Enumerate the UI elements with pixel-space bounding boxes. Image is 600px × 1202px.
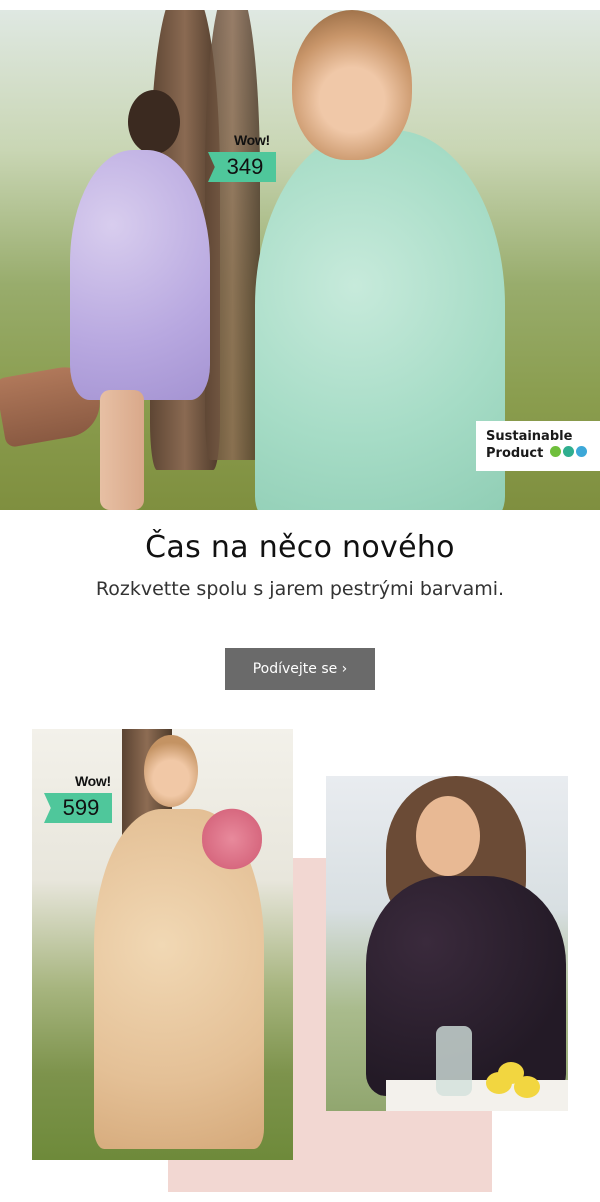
- page-title: Čas na něco nového: [145, 530, 455, 565]
- sustainable-product-badge: Sustainable Product: [476, 421, 600, 471]
- model-head: [292, 10, 412, 160]
- glass-jug: [436, 1026, 472, 1096]
- model-legs: [100, 390, 144, 510]
- subtitle: Rozkvette spolu s jarem pestrými barvami…: [95, 578, 505, 600]
- lilac-dress: [70, 150, 210, 400]
- dot-icon: [549, 446, 561, 457]
- tulip-bouquet: [202, 799, 262, 879]
- product-image-left[interactable]: Wow! 599: [32, 729, 293, 1160]
- tree-trunk: [205, 10, 260, 460]
- price-tag: 349: [208, 152, 276, 182]
- product-label: Product: [486, 446, 544, 461]
- product-image-right[interactable]: [326, 776, 568, 1111]
- mint-dress: [255, 130, 505, 510]
- sustainability-dots: [549, 445, 589, 462]
- model-head: [144, 735, 198, 807]
- lemon: [498, 1062, 524, 1084]
- sustainable-label: Sustainable: [486, 429, 573, 444]
- dot-icon: [562, 446, 574, 457]
- price-badge: Wow! 599: [44, 773, 116, 827]
- table: [386, 1080, 568, 1111]
- price-badge: Wow! 349: [208, 132, 280, 186]
- model-face: [416, 796, 480, 876]
- wow-label: Wow!: [75, 773, 111, 789]
- model-head: [128, 90, 180, 154]
- price-tag: 599: [44, 793, 112, 823]
- wow-label: Wow!: [234, 132, 270, 148]
- view-button[interactable]: Podívejte se ›: [225, 648, 375, 690]
- dot-icon: [575, 446, 587, 457]
